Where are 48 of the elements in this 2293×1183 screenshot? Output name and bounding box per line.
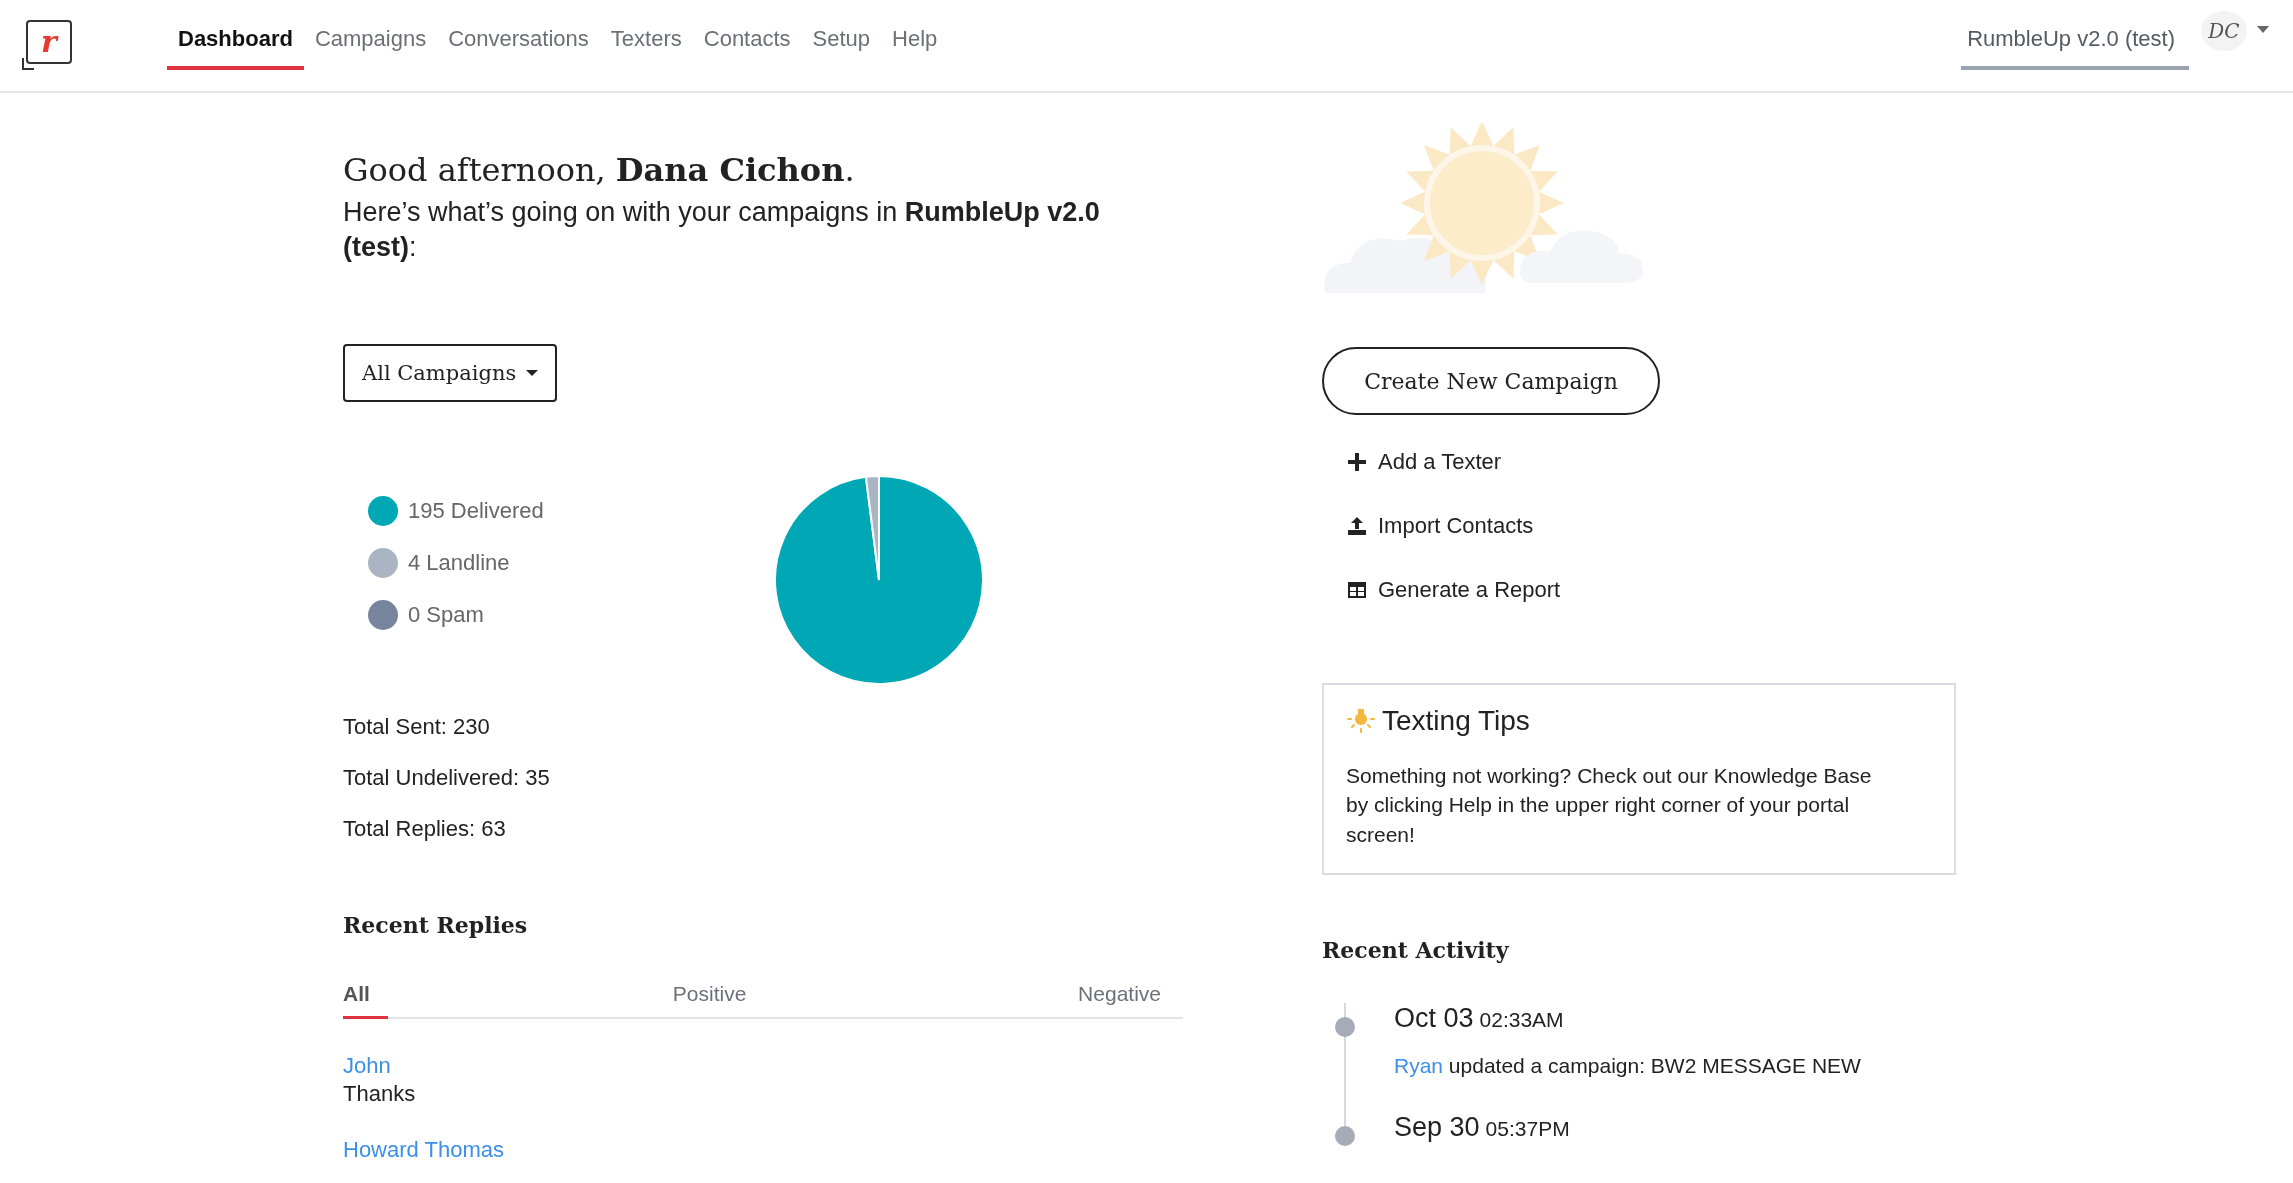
action-label: Import Contacts [1378, 513, 1534, 539]
nav-tab[interactable]: Campaigns [303, 0, 438, 70]
activity-time: 05:37PM [1485, 1117, 1570, 1141]
contact-link[interactable]: Howard Thomas [343, 1136, 1183, 1163]
action-link[interactable]: Add a Texter [1347, 449, 1962, 475]
activity-text: updated a campaign: BW2 MESSAGE NEW [1447, 1054, 1861, 1078]
action-link[interactable]: Import Contacts [1347, 513, 1962, 539]
section-title: Recent Activity [1322, 937, 1510, 964]
total-stat: Total Sent: 230 [343, 713, 491, 740]
legend-label: 0 Spam [408, 601, 484, 628]
tips-title: Texting Tips [1382, 705, 1530, 737]
section-title: Recent Replies [343, 911, 529, 938]
nav-tab[interactable]: Texters [599, 0, 693, 70]
activity-date: Sep 30 [1394, 1112, 1480, 1143]
action-link[interactable]: Generate a Report [1347, 577, 1962, 603]
action-label: Add a Texter [1378, 449, 1502, 475]
campaign-dropdown[interactable]: All Campaigns [343, 343, 558, 402]
reply-message: Thanks [343, 1080, 417, 1107]
create-campaign-button[interactable]: Create New Campaign [1322, 347, 1660, 415]
tips-text: Something not working? Check out our Knowledge Base by clicking Help in the upper right corner of your portal screen! [1346, 763, 1873, 848]
nav-tab[interactable]: Help [881, 0, 949, 70]
table-icon [1347, 580, 1367, 600]
activity-time: 02:33AM [1479, 1008, 1564, 1032]
action-label: Generate a Report [1378, 577, 1561, 603]
timeline-dot [1335, 1126, 1355, 1147]
reply-filter-tab[interactable]: All [343, 973, 388, 1019]
nav-tab[interactable]: Conversations [437, 0, 600, 70]
caret-icon[interactable] [2257, 26, 2269, 33]
contact-link[interactable]: John [343, 1052, 1183, 1079]
legend-label: 4 Landline [408, 549, 510, 576]
user-avatar[interactable]: DC [2201, 10, 2247, 51]
total-stat: Total Replies: 63 [343, 815, 507, 842]
nav-tab[interactable]: Contacts [692, 0, 802, 70]
legend-label: 195 Delivered [408, 497, 544, 524]
total-stat: Total Undelivered: 35 [343, 764, 551, 791]
upload-tray-icon [1347, 516, 1367, 536]
greeting: Good afternoon, Dana Cichon. [343, 151, 856, 190]
reply-filter-tab[interactable]: Negative [1078, 973, 1161, 1019]
reply-filter-tab[interactable]: Positive [672, 973, 747, 1019]
caret-icon [526, 369, 539, 376]
nav-tab[interactable]: Setup [801, 0, 882, 70]
activity-date: Oct 03 [1394, 1003, 1474, 1034]
nav-tab[interactable]: Dashboard [167, 0, 304, 70]
summary-text: Here’s what’s going on with your campaigns in RumbleUp v2.0 (test): [343, 196, 1101, 264]
timeline-dot [1335, 1017, 1355, 1038]
workspace-selector[interactable]: RumbleUp v2.0 (test) [1961, 0, 2189, 70]
user-link[interactable]: Ryan [1394, 1054, 1444, 1078]
plus-icon [1347, 452, 1367, 472]
